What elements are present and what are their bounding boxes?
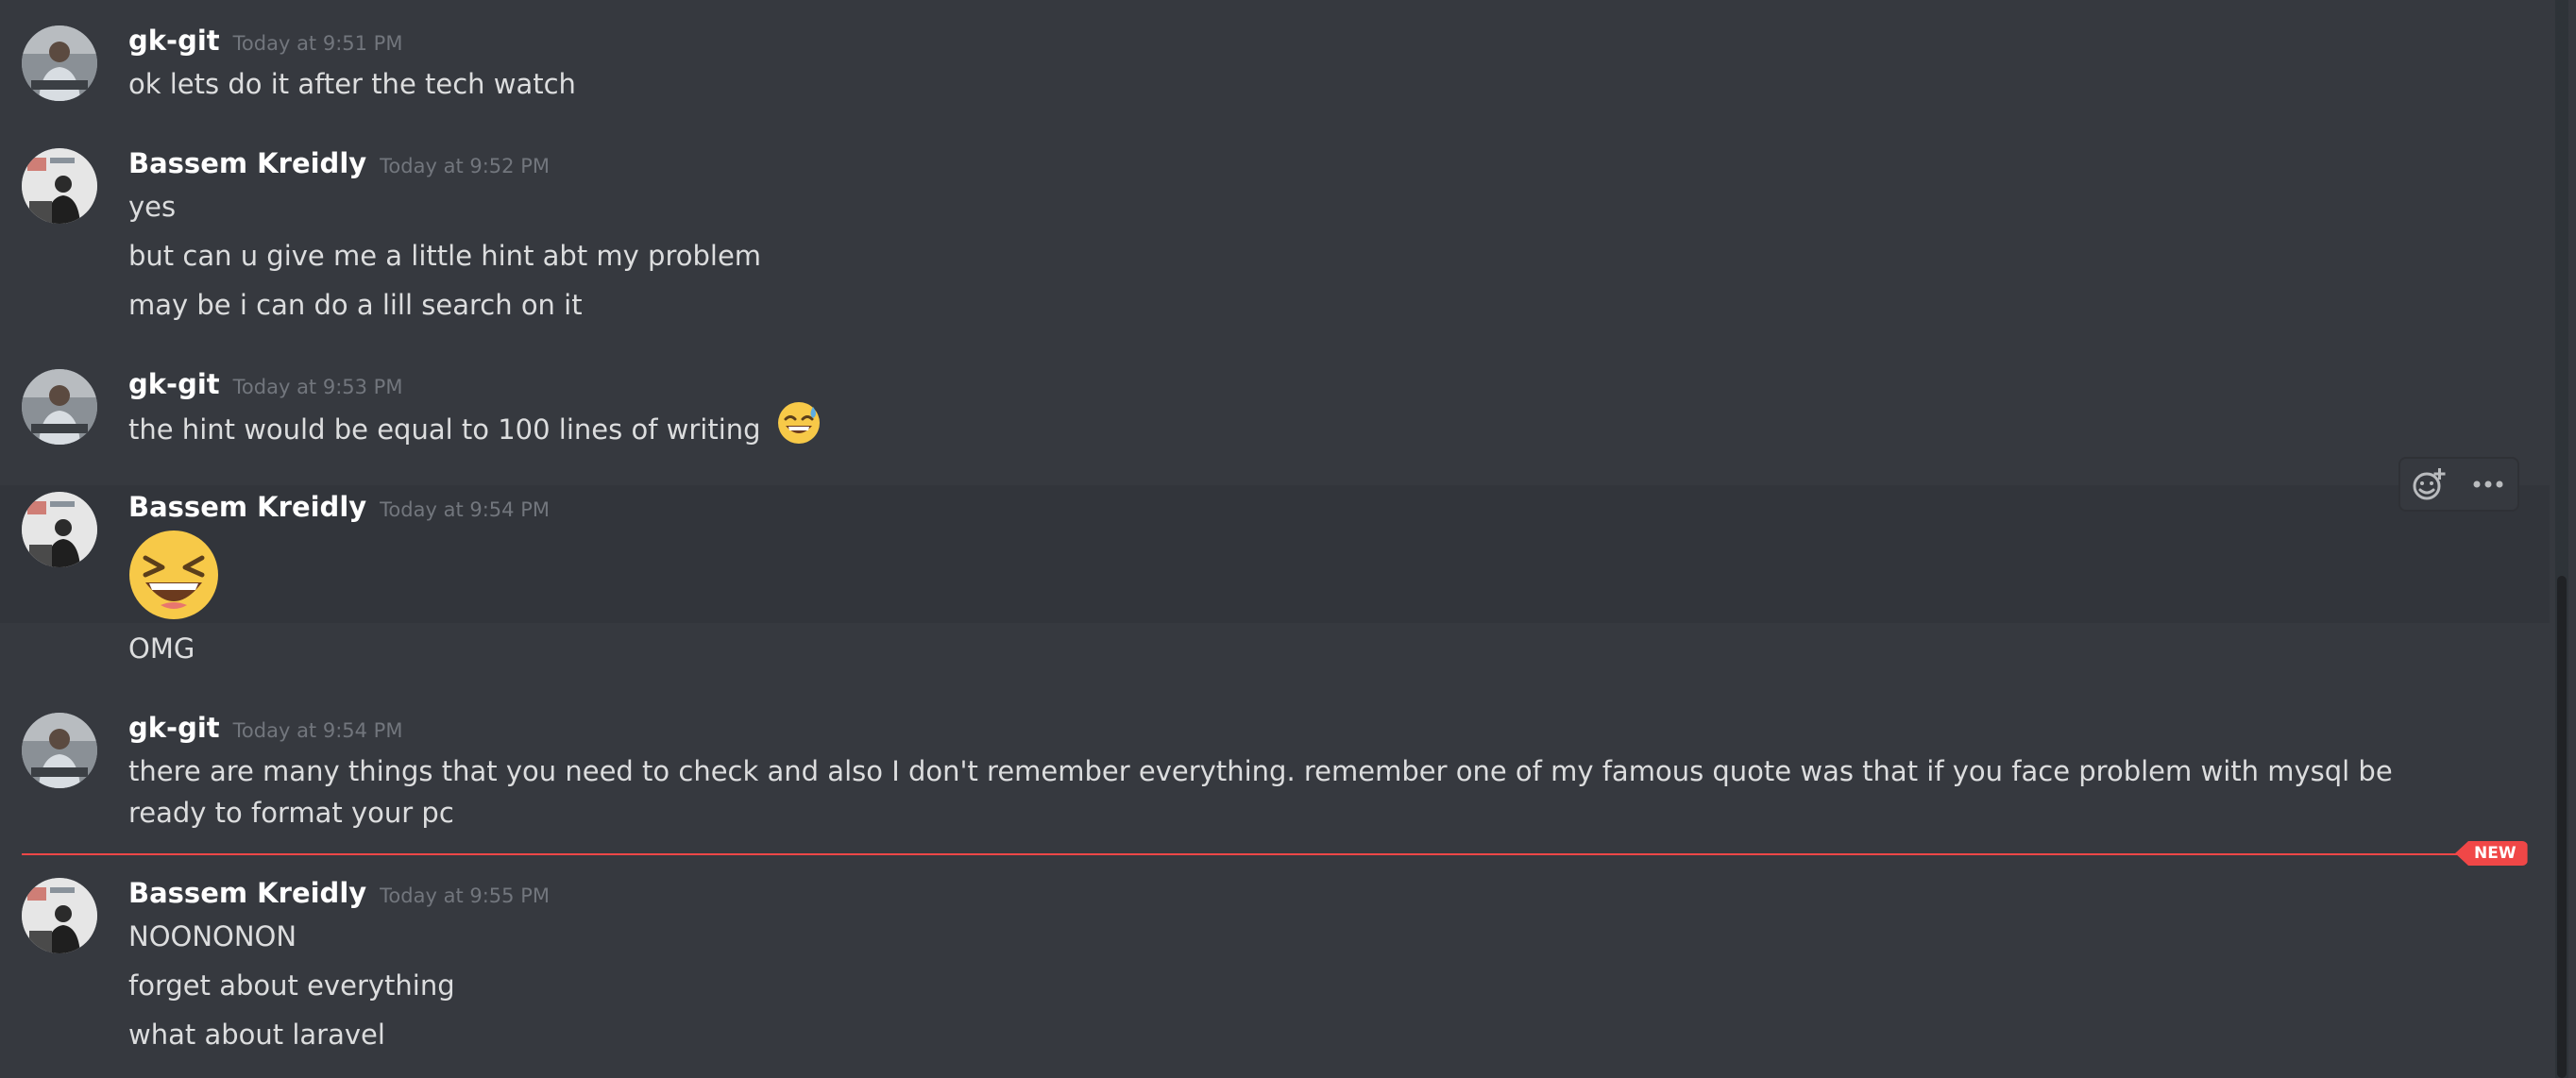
author-name[interactable]: Bassem Kreidly	[128, 491, 366, 523]
timestamp: Today at 9:54 PM	[232, 719, 403, 742]
avatar[interactable]	[22, 148, 97, 224]
timestamp: Today at 9:55 PM	[380, 884, 550, 907]
timestamp: Today at 9:51 PM	[232, 32, 403, 55]
avatar[interactable]	[22, 369, 97, 445]
author-name[interactable]: gk-git	[128, 25, 220, 57]
avatar[interactable]	[22, 878, 97, 953]
message-text: but can u give me a little hint abt my p…	[128, 240, 762, 272]
message-text: NOONONON	[128, 920, 297, 952]
author-name[interactable]: gk-git	[128, 712, 220, 744]
timestamp: Today at 9:52 PM	[380, 155, 550, 177]
message-text: what about laravel	[128, 1019, 385, 1051]
timestamp: Today at 9:53 PM	[232, 376, 403, 398]
author-name[interactable]: Bassem Kreidly	[128, 147, 366, 179]
add-reaction-icon[interactable]	[2407, 462, 2452, 507]
message-text-row: the hint would be equal to 100 lines of …	[128, 402, 821, 456]
avatar[interactable]	[22, 713, 97, 788]
laughing-emoji-icon[interactable]	[128, 530, 219, 620]
message-text: there are many things that you need to c…	[128, 755, 2393, 829]
sweat-smile-emoji-icon[interactable]	[777, 401, 821, 456]
avatar[interactable]	[22, 25, 97, 101]
author-name[interactable]: gk-git	[128, 368, 220, 400]
message-text: may be i can do a lill search on it	[128, 289, 583, 321]
scrollbar-thumb[interactable]	[2557, 576, 2567, 1078]
message-text: ok lets do it after the tech watch	[128, 68, 576, 100]
timestamp: Today at 9:54 PM	[380, 498, 550, 521]
author-name[interactable]: Bassem Kreidly	[128, 877, 366, 909]
avatar[interactable]	[22, 492, 97, 567]
message-text: the hint would be equal to 100 lines of …	[128, 413, 761, 446]
message-text: forget about everything	[128, 969, 455, 1002]
more-options-icon[interactable]	[2466, 462, 2511, 507]
chat-messages: gk-git Today at 9:51 PM ok lets do it aft…	[0, 0, 2576, 1078]
message-actions-toolbar	[2398, 457, 2519, 512]
message-text: yes	[128, 191, 177, 223]
new-messages-badge: NEW	[2455, 841, 2528, 866]
message-text: OMG	[128, 632, 195, 665]
new-messages-divider	[22, 853, 2458, 855]
